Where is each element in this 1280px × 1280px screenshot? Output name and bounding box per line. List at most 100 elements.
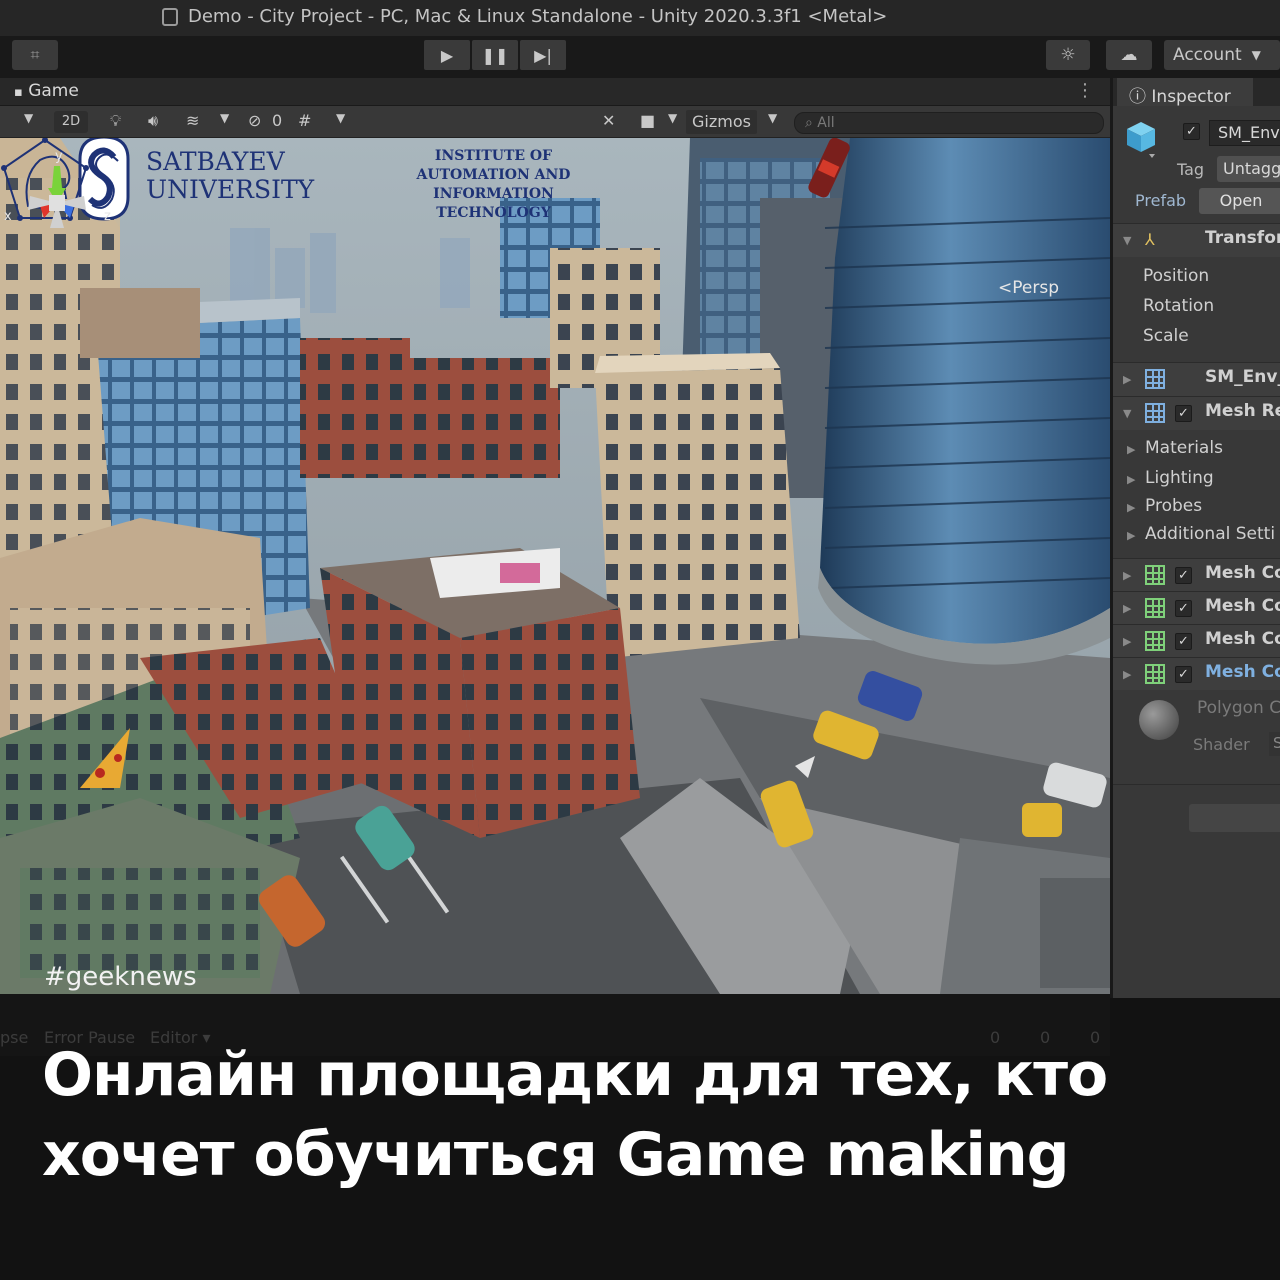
city-scene-illustration <box>0 138 1110 994</box>
play-button[interactable]: ▶ <box>424 40 470 70</box>
inspector-divider <box>1113 784 1280 785</box>
mesh-collider-enabled-checkbox[interactable]: ✓ <box>1175 666 1192 683</box>
tools-cross-icon[interactable]: ✕ <box>602 111 615 130</box>
panel-menu-icon[interactable]: ⋮ <box>1076 80 1094 101</box>
transform-icon: ⅄ <box>1145 230 1155 249</box>
scene-search-input[interactable]: ⌕ All <box>794 112 1104 134</box>
prefab-label: Prefab <box>1135 191 1187 210</box>
gizmos-button[interactable]: Gizmos <box>686 110 757 134</box>
mesh-collider-label: Mesh Co <box>1205 629 1280 649</box>
additional-settings-section[interactable]: ▶ Additional Setti <box>1113 520 1280 550</box>
tag-dropdown[interactable]: Untagg <box>1217 156 1280 182</box>
gizmo-z-label: z <box>104 209 111 224</box>
headline-line2: хочет обучиться Game making <box>42 1120 1070 1190</box>
search-placeholder: All <box>817 115 835 131</box>
main-toolbar: ⌗ ▶ ❚❚ ▶| ☼ ☁ Account ▼ <box>0 36 1280 78</box>
gizmo-y-label: y <box>55 149 63 164</box>
probes-label: Probes <box>1145 496 1203 516</box>
probes-section[interactable]: ▶ Probes <box>1113 492 1280 522</box>
gizmos-dropdown-icon[interactable]: ▼ <box>768 111 777 125</box>
mesh-renderer-enabled-checkbox[interactable]: ✓ <box>1175 405 1192 422</box>
materials-section[interactable]: ▶ Materials <box>1113 434 1280 464</box>
mesh-collider-enabled-checkbox[interactable]: ✓ <box>1175 633 1192 650</box>
mesh-collider-enabled-checkbox[interactable]: ✓ <box>1175 600 1192 617</box>
account-dropdown[interactable]: Account ▼ <box>1164 40 1280 70</box>
scale-field[interactable]: Scale <box>1113 322 1280 352</box>
position-field[interactable]: Position <box>1113 262 1280 292</box>
lighting-section[interactable]: ▶ Lighting <box>1113 464 1280 494</box>
search-icon: ⌕ <box>805 115 818 131</box>
tools-icon: ⌗ <box>30 45 40 64</box>
mesh-collider-icon <box>1145 598 1165 618</box>
mesh-filter-label: SM_Env_ <box>1205 367 1280 387</box>
mode-2d-toggle[interactable]: 2D <box>54 111 88 133</box>
lighting-toggle-icon[interactable]: 💡︎ <box>110 111 121 131</box>
collapse-arrow-icon: ▶ <box>1123 373 1132 386</box>
orientation-gizmo[interactable]: y x z <box>0 148 115 258</box>
pause-icon: ❚❚ <box>481 45 509 65</box>
mesh-collider-header-3[interactable]: ▶ ✓ Mesh Co <box>1113 624 1280 657</box>
hidden-objects-icon[interactable]: ⊘ <box>248 111 261 130</box>
effects-dropdown-icon[interactable]: ▼ <box>220 111 229 125</box>
scene-viewport[interactable]: SATBAYEV UNIVERSITY INSTITUTE OF AUTOMAT… <box>0 138 1110 994</box>
rotation-field[interactable]: Rotation <box>1113 292 1280 322</box>
mesh-collider-header-4[interactable]: ▶ ✓ Mesh Co <box>1113 657 1280 690</box>
post-headline: Онлайн площадки для тех, кто хочет обучи… <box>42 1035 1242 1195</box>
grid-toggle-icon[interactable]: # <box>298 111 311 130</box>
shading-dropdown-icon[interactable]: ▼ <box>24 111 33 125</box>
tab-inspector-label: Inspector <box>1151 87 1231 107</box>
shader-dropdown[interactable]: S <box>1269 732 1280 756</box>
camera-dropdown-icon[interactable]: ▼ <box>668 111 677 125</box>
window-title: Demo - City Project - PC, Mac & Linux St… <box>188 6 888 27</box>
collapse-arrow-icon: ▶ <box>1123 602 1132 615</box>
console-collapse-toggle[interactable]: pse <box>0 1028 28 1047</box>
mesh-collider-icon <box>1145 565 1165 585</box>
material-preview-sphere <box>1139 700 1179 740</box>
transform-component-header[interactable]: ▼ ⅄ Transfor <box>1113 223 1280 257</box>
institute-name-line1: INSTITUTE OF <box>434 148 553 164</box>
university-name: SATBAYEV UNIVERSITY <box>146 148 314 204</box>
perspective-label[interactable]: <Persp <box>998 278 1059 298</box>
play-icon: ▶ <box>440 45 454 65</box>
collapse-arrow-icon: ▶ <box>1127 501 1136 514</box>
sun-icon: ☼ <box>1060 45 1076 65</box>
tools-button[interactable]: ⌗ <box>12 40 58 70</box>
pause-button[interactable]: ❚❚ <box>472 40 518 70</box>
mesh-filter-component-header[interactable]: ▶ SM_Env_ <box>1113 362 1280 396</box>
object-name-field[interactable]: SM_Env <box>1209 120 1280 146</box>
grid-dropdown-icon[interactable]: ▼ <box>336 111 345 125</box>
cloud-icon: ☁ <box>1120 45 1138 65</box>
tab-inspector[interactable]: ⓘ Inspector <box>1117 78 1253 107</box>
prefab-open-button[interactable]: Open <box>1199 188 1280 214</box>
game-view-tabbar: ▪ Game ⋮ <box>0 78 1110 106</box>
expand-arrow-icon: ▼ <box>1123 407 1132 420</box>
transform-label: Transfor <box>1205 228 1280 248</box>
rotation-label: Rotation <box>1143 296 1215 316</box>
expand-arrow-icon: ▼ <box>1123 234 1132 247</box>
add-component-button[interactable] <box>1189 804 1280 832</box>
mesh-collider-enabled-checkbox[interactable]: ✓ <box>1175 567 1192 584</box>
gizmo-x-label: x <box>4 209 12 224</box>
chevron-down-icon: ▼ <box>1251 48 1261 62</box>
university-name-line2: UNIVERSITY <box>146 175 315 204</box>
audio-toggle-icon[interactable]: 🔊︎ <box>148 111 158 131</box>
tab-game[interactable]: ▪ Game <box>0 81 79 101</box>
mesh-renderer-component-header[interactable]: ▼ ✓ Mesh Re <box>1113 396 1280 430</box>
camera-icon[interactable]: ■ <box>640 111 655 130</box>
collapse-arrow-icon: ▶ <box>1123 635 1132 648</box>
mesh-collider-label: Mesh Co <box>1205 596 1280 616</box>
cloud-button[interactable]: ☁ <box>1106 40 1152 70</box>
headline-line1: Онлайн площадки для тех, кто <box>42 1040 1108 1110</box>
info-icon: ⓘ <box>1129 87 1146 107</box>
mesh-collider-header-1[interactable]: ▶ ✓ Mesh Co <box>1113 558 1280 591</box>
effects-toggle-icon[interactable]: ≋ <box>186 111 199 130</box>
mesh-collider-header-2[interactable]: ▶ ✓ Mesh Co <box>1113 591 1280 624</box>
active-checkbox[interactable]: ✓ <box>1183 123 1200 140</box>
unity-document-icon <box>162 8 178 26</box>
step-button[interactable]: ▶| <box>520 40 566 70</box>
institute-name-line3: INFORMATION <box>433 186 554 202</box>
lighting-button[interactable]: ☼ <box>1046 40 1090 70</box>
additional-settings-label: Additional Setti <box>1145 524 1276 544</box>
institute-name-line2: AUTOMATION AND <box>416 167 571 183</box>
tag-label: Tag <box>1177 160 1205 179</box>
